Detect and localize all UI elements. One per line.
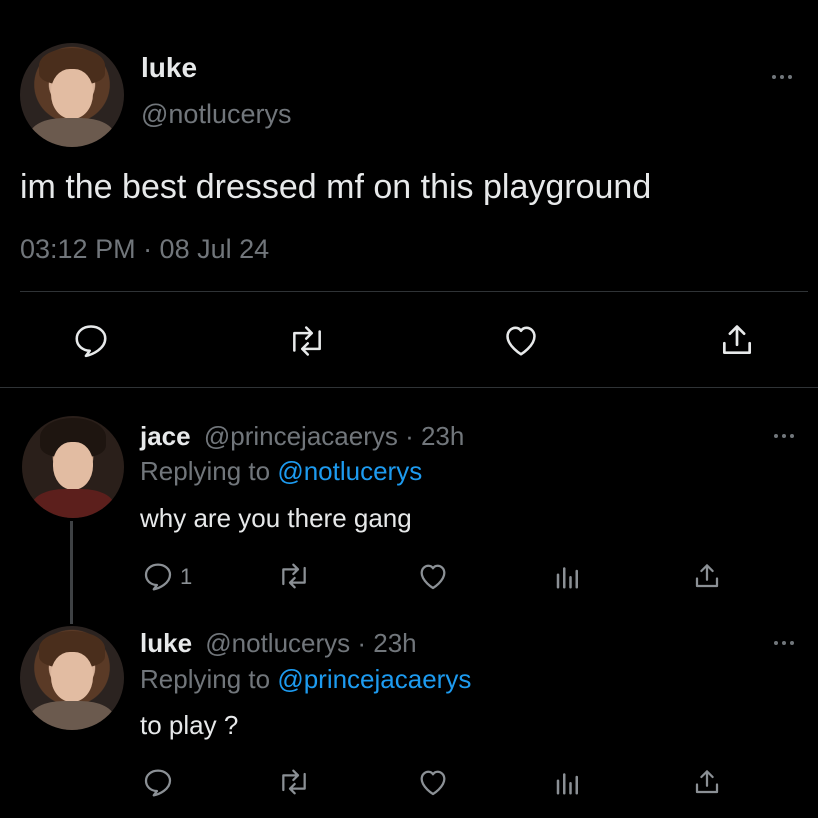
tweet-text: im the best dressed mf on this playgroun… — [20, 168, 652, 206]
replying-to: Replying to @notlucerys — [140, 456, 422, 487]
avatar[interactable] — [22, 416, 124, 518]
heart-icon[interactable] — [501, 321, 541, 359]
avatar[interactable] — [20, 626, 124, 730]
heart-icon[interactable] — [416, 766, 450, 798]
more-icon[interactable] — [774, 434, 794, 438]
replying-to-handle[interactable]: @notlucerys — [277, 456, 422, 486]
reply-header: luke @notlucerys · 23h — [140, 628, 417, 659]
avatar-face — [51, 652, 93, 702]
reply-text: why are you there gang — [140, 503, 412, 533]
display-name[interactable]: luke — [140, 628, 192, 658]
reply-text: to play ? — [140, 710, 239, 740]
more-icon[interactable] — [772, 75, 792, 79]
share-icon[interactable] — [718, 320, 756, 360]
more-icon[interactable] — [774, 641, 794, 645]
share-icon[interactable] — [692, 766, 722, 798]
avatar-body — [30, 700, 114, 730]
divider — [0, 387, 818, 388]
avatar-face — [51, 69, 93, 119]
thread-line — [70, 521, 73, 624]
views-icon[interactable] — [553, 766, 583, 798]
avatar-face — [52, 441, 94, 491]
divider — [20, 291, 808, 292]
replying-to-label: Replying to — [140, 664, 271, 694]
heart-icon[interactable] — [416, 560, 450, 592]
replying-to: Replying to @princejacaerys — [140, 664, 471, 695]
reply-icon[interactable] — [142, 766, 174, 798]
handle-time[interactable]: @notlucerys · 23h — [205, 628, 416, 658]
replying-to-handle[interactable]: @princejacaerys — [277, 664, 471, 694]
avatar-body — [30, 117, 114, 147]
reply-icon[interactable] — [142, 560, 174, 592]
display-name[interactable]: luke — [141, 52, 197, 84]
retweet-icon[interactable] — [286, 322, 328, 360]
timestamp[interactable]: 03:12 PM · 08 Jul 24 — [20, 234, 269, 265]
reply-header: jace @princejacaerys · 23h — [140, 421, 464, 452]
share-icon[interactable] — [692, 560, 722, 592]
display-name[interactable]: jace — [140, 421, 191, 451]
reply-icon[interactable] — [72, 321, 110, 359]
views-icon[interactable] — [553, 560, 583, 592]
avatar[interactable] — [20, 43, 124, 147]
handle-time[interactable]: @princejacaerys · 23h — [204, 421, 465, 451]
avatar-body — [32, 489, 114, 518]
replying-to-label: Replying to — [140, 456, 271, 486]
retweet-icon[interactable] — [276, 560, 312, 592]
handle[interactable]: @notlucerys — [141, 99, 291, 130]
retweet-icon[interactable] — [276, 766, 312, 798]
reply-count: 1 — [180, 564, 193, 589]
